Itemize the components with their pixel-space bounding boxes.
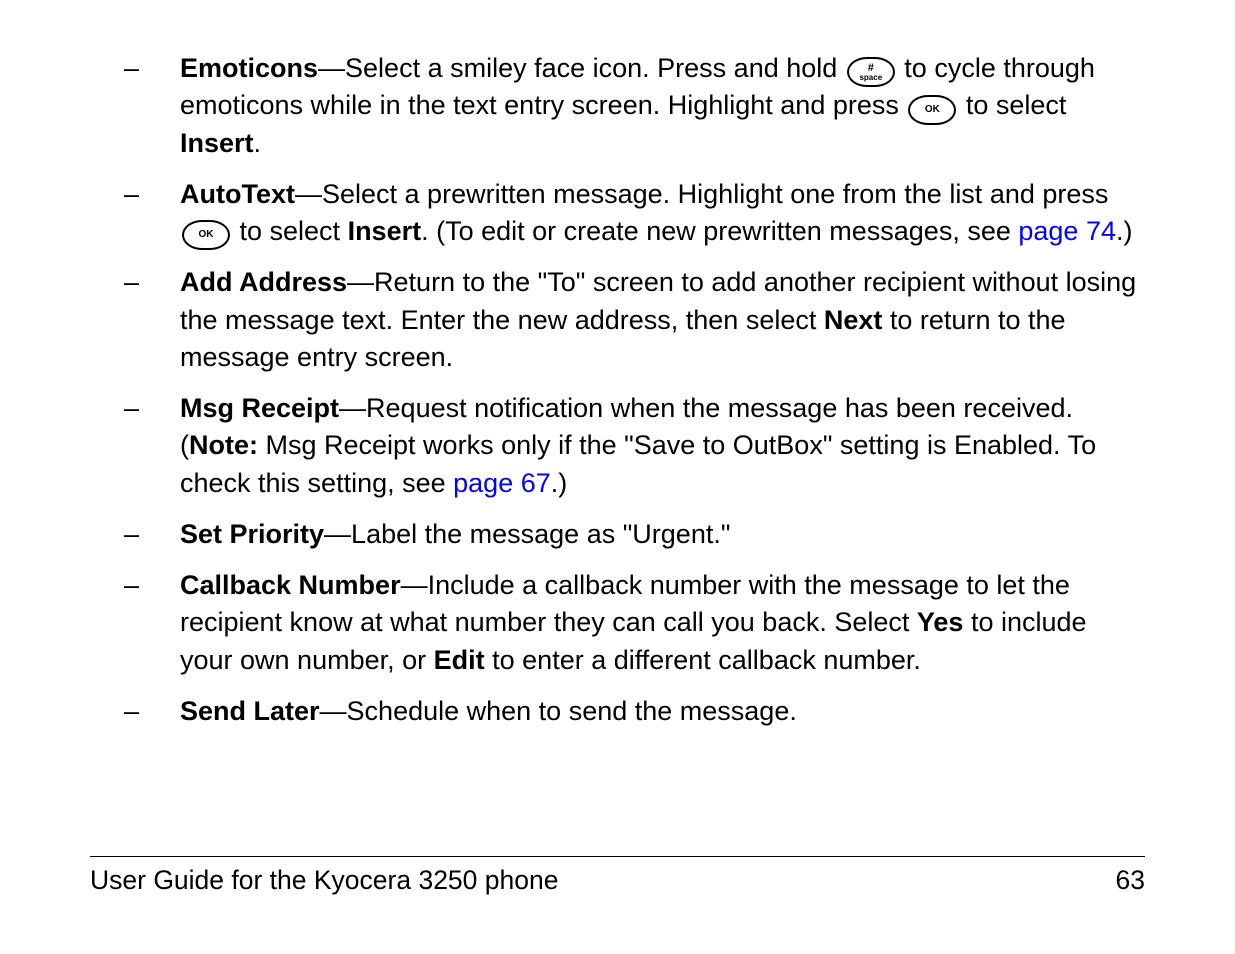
item-title: Set Priority	[180, 519, 324, 549]
list-item: Callback Number—Include a callback numbe…	[90, 567, 1145, 679]
next-label: Next	[824, 305, 883, 335]
item-title: Emoticons	[180, 53, 318, 83]
footer-title: User Guide for the Kyocera 3250 phone	[90, 865, 558, 896]
yes-label: Yes	[917, 607, 964, 637]
ok-key-icon: OK	[908, 95, 956, 125]
item-title: Callback Number	[180, 570, 401, 600]
item-text: —Label the message as "Urgent."	[324, 519, 730, 549]
option-list: Emoticons—Select a smiley face icon. Pre…	[90, 50, 1145, 730]
list-item: Add Address—Return to the "To" screen to…	[90, 264, 1145, 376]
item-text: .)	[551, 468, 568, 498]
item-text: . (To edit or create new prewritten mess…	[421, 216, 1018, 246]
page-number: 63	[1116, 865, 1145, 896]
space-hash-key-icon: #space	[847, 57, 895, 87]
page: Emoticons—Select a smiley face icon. Pre…	[0, 0, 1235, 954]
page-link[interactable]: page 67	[453, 468, 551, 498]
item-text: .)	[1116, 216, 1133, 246]
item-title: Send Later	[180, 696, 320, 726]
item-title: Msg Receipt	[180, 393, 339, 423]
page-footer: User Guide for the Kyocera 3250 phone 63	[90, 856, 1145, 896]
item-text: .	[254, 128, 262, 158]
edit-label: Edit	[434, 645, 485, 675]
item-text: to select	[958, 90, 1066, 120]
list-item: AutoText—Select a prewritten message. Hi…	[90, 176, 1145, 251]
item-text: —Schedule when to send the message.	[320, 696, 797, 726]
item-text: to enter a different callback number.	[485, 645, 921, 675]
ok-key-icon: OK	[182, 220, 230, 250]
item-text: —Select a prewritten message. Highlight …	[295, 179, 1108, 209]
list-item: Send Later—Schedule when to send the mes…	[90, 693, 1145, 730]
item-text: to select	[232, 216, 348, 246]
list-item: Emoticons—Select a smiley face icon. Pre…	[90, 50, 1145, 162]
insert-label: Insert	[348, 216, 422, 246]
list-item: Set Priority—Label the message as "Urgen…	[90, 516, 1145, 553]
item-text: Msg Receipt works only if the "Save to O…	[180, 430, 1096, 497]
item-title: AutoText	[180, 179, 295, 209]
page-link[interactable]: page 74	[1018, 216, 1116, 246]
item-text: —Select a smiley face icon. Press and ho…	[318, 53, 845, 83]
list-item: Msg Receipt—Request notification when th…	[90, 390, 1145, 502]
note-label: Note:	[189, 430, 258, 460]
item-title: Add Address	[180, 267, 347, 297]
insert-label: Insert	[180, 128, 254, 158]
